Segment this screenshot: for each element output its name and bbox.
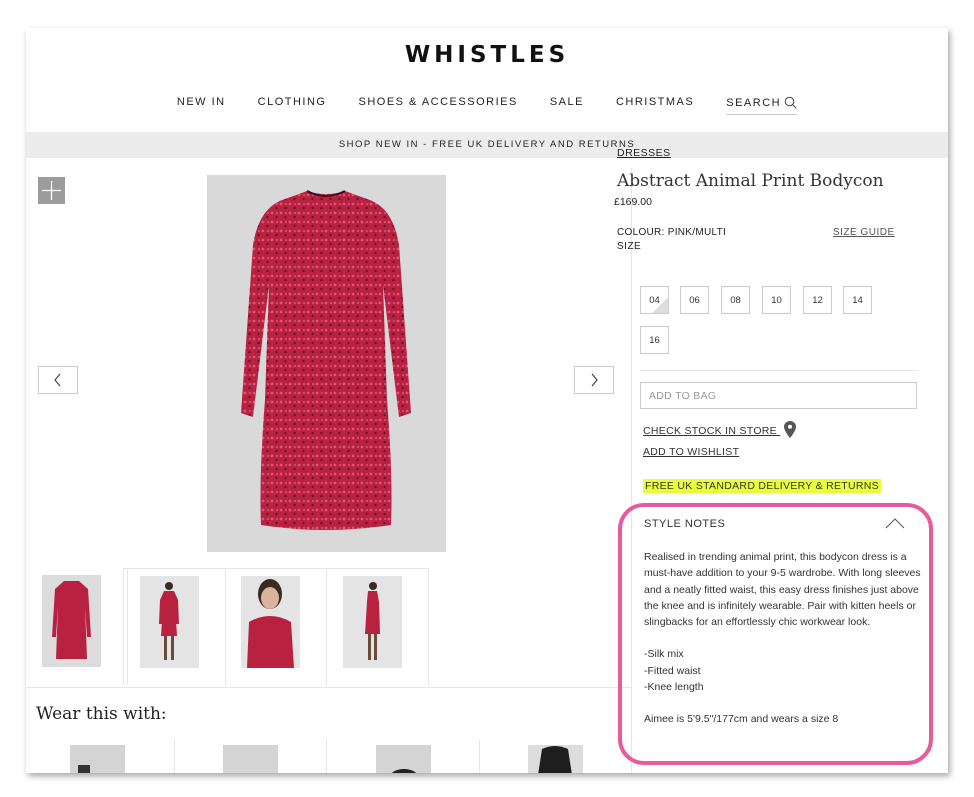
next-image-button[interactable] [574, 366, 614, 394]
size-option-08[interactable]: 08 [721, 286, 750, 314]
column-divider [174, 740, 175, 773]
thumbnail-strip [26, 568, 626, 685]
nav-christmas[interactable]: CHRISTMAS [616, 96, 694, 115]
dress-image [241, 190, 411, 530]
product-main-image[interactable] [207, 175, 446, 552]
free-delivery-note: FREE UK STANDARD DELIVERY & RETURNS [643, 479, 881, 493]
search-label: SEARCH [726, 96, 782, 109]
size-option-10[interactable]: 10 [762, 286, 791, 314]
promo-banner[interactable]: SHOP NEW IN - FREE UK DELIVERY AND RETUR… [26, 132, 948, 158]
thumbnail-1[interactable] [26, 568, 128, 684]
chevron-left-icon [54, 373, 61, 387]
map-pin-icon [784, 421, 797, 438]
breadcrumb[interactable]: DRESSES [617, 147, 671, 159]
size-label: SIZE [617, 241, 642, 252]
style-notes-bullet: -Knee length [644, 681, 704, 694]
wear-item-2[interactable] [223, 745, 278, 773]
size-option-04[interactable]: 04 [640, 286, 669, 314]
size-guide-link[interactable]: SIZE GUIDE [833, 227, 895, 238]
thumbnail-4[interactable] [327, 568, 429, 685]
prev-image-button[interactable] [38, 366, 78, 394]
size-option-06[interactable]: 06 [680, 286, 709, 314]
nav-shoes-accessories[interactable]: SHOES & ACCESSORIES [358, 96, 517, 115]
product-title: Abstract Animal Print Bodycon [617, 171, 884, 191]
thumbnail-image [42, 575, 101, 667]
style-notes-title[interactable]: STYLE NOTES [644, 518, 725, 530]
brand-logo[interactable]: WHISTLES [26, 42, 948, 68]
chevron-right-icon [591, 373, 598, 387]
size-option-12[interactable]: 12 [803, 286, 832, 314]
colour-label: COLOUR: PINK/MULTI [617, 227, 727, 238]
thumbnail-image [343, 576, 402, 668]
thumbnail-2[interactable] [123, 568, 226, 685]
main-nav: NEW IN CLOTHING SHOES & ACCESSORIES SALE… [26, 96, 948, 115]
wear-item-4[interactable] [528, 745, 583, 773]
style-notes-body: Realised in trending animal print, this … [644, 549, 922, 728]
thumbnail-image [241, 576, 300, 668]
search-button[interactable]: SEARCH [726, 96, 798, 115]
product-price: £169.00 [614, 196, 652, 208]
nav-sale[interactable]: SALE [550, 96, 584, 115]
check-stock-link[interactable]: CHECK STOCK IN STORE [643, 421, 797, 438]
zoom-button[interactable] [38, 177, 65, 204]
nav-clothing[interactable]: CLOTHING [258, 96, 327, 115]
add-to-bag-button[interactable]: ADD TO BAG [640, 382, 917, 409]
style-notes-bullet: -Silk mix [644, 648, 684, 661]
collapse-button[interactable] [885, 516, 905, 534]
size-option-14[interactable]: 14 [843, 286, 872, 314]
wear-this-with-title: Wear this with: [36, 704, 167, 724]
check-stock-label: CHECK STOCK IN STORE [643, 425, 777, 437]
wear-item-3[interactable] [376, 745, 431, 773]
column-divider [326, 740, 327, 773]
nav-new-in[interactable]: NEW IN [177, 96, 226, 115]
style-notes-bullet: -Fitted waist [644, 664, 701, 677]
style-notes-description: Realised in trending animal print, this … [644, 551, 921, 629]
search-icon [784, 96, 797, 109]
thumbnail-image [140, 576, 199, 668]
section-divider [640, 370, 918, 371]
column-divider [479, 740, 480, 773]
add-to-wishlist-link[interactable]: ADD TO WISHLIST [643, 446, 739, 458]
size-option-16[interactable]: 16 [640, 326, 669, 354]
model-info: Aimee is 5'9.5"/177cm and wears a size 8 [644, 713, 839, 726]
chevron-up-icon [885, 518, 905, 529]
thumbnail-3[interactable] [225, 568, 327, 685]
plus-icon [42, 181, 61, 200]
section-divider [26, 687, 631, 688]
wear-item-1[interactable] [70, 745, 125, 773]
